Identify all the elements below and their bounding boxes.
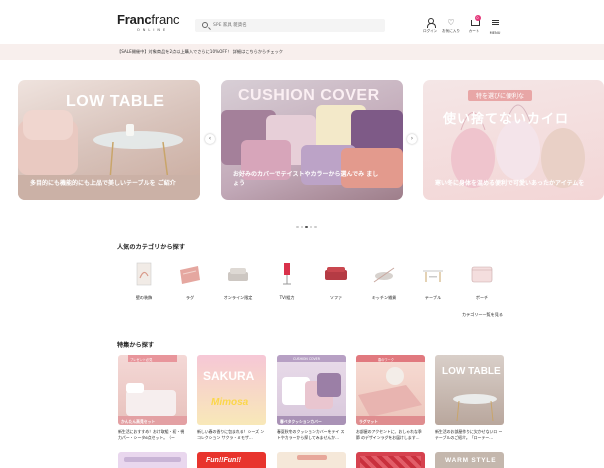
- sale-notice-bar[interactable]: 【SALE開催中】対象商品を2点以上購入でさらに10%OFF！ 詳細はこちらから…: [0, 44, 604, 60]
- carousel-slide-low-table[interactable]: LOW TABLE 多目的にも機能的にも上品で美しいテーブルを ご紹介: [18, 80, 200, 200]
- carousel-slide-cushion-cover[interactable]: CUSHION COVER お好みのカバーでテイストやカラーから選んでみ ましょ…: [221, 80, 403, 200]
- carousel-dot-3[interactable]: [305, 225, 308, 228]
- carousel-slide-hand-warmer[interactable]: 特を選びに便利な 使い捨てないカイロ 寒い冬に身体を温める便利で可愛いあったかア…: [423, 80, 604, 200]
- feature-row2-card-2[interactable]: Fun!!Fun!!: [197, 452, 266, 468]
- user-icon: [426, 18, 436, 28]
- category-sofa[interactable]: ソファ: [318, 262, 354, 301]
- slide-3-caption: 寒い冬に身体を温める便利で可愛いあったかアイテムを: [435, 180, 585, 187]
- tv-stand-icon: [275, 262, 299, 286]
- category-online-limited-label: オンライン限定: [223, 295, 253, 300]
- category-table[interactable]: テーブル: [415, 262, 451, 301]
- cart-count-badge: 0: [474, 15, 481, 21]
- slide-2-caption: お好みのカバーでテイストやカラーから選んでみ ましょう: [233, 171, 379, 187]
- nav-favorites[interactable]: ♡ お気に入り: [441, 18, 461, 38]
- online-limited-icon: [226, 262, 250, 286]
- nav-favorites-label: お気に入り: [442, 29, 460, 33]
- slide-1-title: LOW TABLE: [66, 93, 165, 110]
- category-kitchen[interactable]: キッチン雑貨: [366, 262, 402, 301]
- category-kitchen-label: キッチン雑貨: [371, 295, 397, 300]
- feature-row2-card-5-word: WARM STYLE: [445, 457, 497, 464]
- feature-row2-card-5[interactable]: WARM STYLE: [435, 452, 504, 468]
- category-pouch-label: ポーチ: [475, 295, 489, 300]
- feature-card-2-desc: 新しい春の香りに包まれる！シーズ ンコレクション サクラ・ミモザ…: [197, 429, 265, 440]
- feature-card-3-image: CUSHION COVER 春ぺタクッションカバー: [277, 355, 346, 425]
- carousel-prev-button[interactable]: ‹: [205, 134, 215, 144]
- sofa-icon: [324, 262, 348, 286]
- category-wall-art-label: 壁の装飾: [135, 295, 153, 300]
- carousel-dot-1[interactable]: [296, 225, 299, 228]
- category-rug[interactable]: ラグ: [172, 262, 208, 301]
- cart-icon: 0: [470, 15, 481, 27]
- feature-card-5[interactable]: LOW TABLE 新生活のお部屋作りに欠かせないロ ーテーブルのご紹介。「ロー…: [435, 355, 504, 441]
- category-sofa-label: ソファ: [329, 295, 343, 300]
- slide-1-caption: 多目的にも機能的にも上品で美しいテーブルを ご紹介: [30, 180, 176, 187]
- site-header: Francfranc ONLINE ログイン ♡ お気に入り 0 カート MEN…: [0, 0, 604, 44]
- feature-card-1-desc: 新生活におすすめ！おけ取組・初・視力パー・シータ6点セット。（ー: [118, 429, 185, 440]
- pouch-icon: [470, 262, 494, 286]
- nav-cart-label: カート: [468, 29, 480, 33]
- carousel-next-button[interactable]: ›: [407, 134, 417, 144]
- nav-login-label: ログイン: [423, 29, 438, 33]
- feature-card-4-image: 春のワーク ラグマット: [356, 355, 425, 425]
- search-input[interactable]: [213, 19, 373, 32]
- heart-icon: ♡: [447, 18, 455, 27]
- feature-card-4-desc: お部屋のアクセントに、おしゃれな季節 のデザインラグをお届けします…: [356, 429, 422, 440]
- category-table-label: テーブル: [424, 295, 442, 300]
- carousel-dot-5[interactable]: [314, 225, 317, 228]
- feature-card-1-image: プレゼント必見 かんたん高見セット: [118, 355, 187, 425]
- feature-card-5-desc: 新生活のお部屋作りに欠かせないロ ーテーブルのご紹介。「ローテー…: [435, 429, 503, 440]
- feature-card-2-word2: Mimosa: [211, 397, 249, 408]
- menu-icon: [491, 19, 500, 29]
- feature-card-2-image: SAKURA Mimosa: [197, 355, 266, 425]
- carousel-dot-2[interactable]: [300, 225, 303, 228]
- feature-card-2-word: SAKURA: [203, 369, 255, 383]
- feature-card-5-image: LOW TABLE: [435, 355, 504, 425]
- nav-login[interactable]: ログイン: [423, 18, 437, 38]
- feature-card-4-band: ラグマット: [356, 416, 425, 425]
- nav-menu[interactable]: MENU: [488, 18, 502, 38]
- kitchen-icon: [372, 262, 396, 286]
- feature-card-1[interactable]: プレゼント必見 かんたん高見セット 新生活におすすめ！おけ取組・初・視力パー・シ…: [118, 355, 187, 441]
- view-all-categories-link[interactable]: カテゴリー一覧を見る: [462, 312, 503, 318]
- category-online-limited[interactable]: オンライン限定: [220, 262, 256, 301]
- nav-cart[interactable]: 0 カート: [467, 15, 481, 38]
- feature-card-3-band: 春ぺタクッションカバー: [277, 416, 346, 425]
- search-icon: [202, 22, 208, 28]
- rug-icon: [178, 262, 202, 286]
- nav-menu-label: MENU: [489, 30, 501, 35]
- francfranc-logo[interactable]: Francfranc ONLINE: [117, 13, 181, 37]
- feature-row2-card-2-word: Fun!!Fun!!: [206, 457, 241, 464]
- logo-main-bold: Franc: [117, 12, 152, 27]
- feature-row2-card-3[interactable]: [277, 452, 346, 468]
- table-icon: [421, 262, 445, 286]
- category-tv-stand-label: TV/組力: [279, 295, 295, 300]
- logo-sub: ONLINE: [137, 28, 169, 32]
- carousel-dots: [296, 213, 319, 228]
- feature-card-2[interactable]: SAKURA Mimosa 新しい春の香りに包まれる！シーズ ンコレクション サ…: [197, 355, 266, 441]
- search-box[interactable]: [195, 19, 385, 32]
- feature-card-1-band: かんたん高見セット: [118, 416, 187, 425]
- feature-row2-card-1[interactable]: [118, 452, 187, 468]
- feature-card-4[interactable]: 春のワーク ラグマット お部屋のアクセントに、おしゃれな季節 のデザインラグをお…: [356, 355, 425, 441]
- wall-art-icon: [132, 262, 156, 286]
- feature-card-3[interactable]: CUSHION COVER 春ぺタクッションカバー 春夏秋冬のクッションカバーを…: [277, 355, 346, 441]
- category-pouch[interactable]: ポーチ: [464, 262, 500, 301]
- slide-2-title: CUSHION COVER: [238, 87, 380, 104]
- category-rug-label: ラグ: [185, 295, 195, 300]
- sale-notice-text: 【SALE開催中】対象商品を2点以上購入でさらに10%OFF！ 詳細はこちらから…: [117, 49, 283, 54]
- categories-title: 人気のカテゴリから探す: [117, 244, 186, 251]
- slide-3-tag: 特を選びに便利な: [468, 90, 533, 101]
- slide-3-title: 使い捨てないカイロ: [443, 112, 570, 127]
- feature-card-3-desc: 春夏秋冬のクッションカバーをテイ ストやカラーから探してみませんか…: [277, 429, 345, 440]
- logo-main-light: franc: [151, 12, 180, 27]
- category-tv-stand[interactable]: TV/組力: [269, 262, 305, 301]
- carousel-dot-4[interactable]: [309, 225, 312, 228]
- feature-row2-card-4[interactable]: [356, 452, 425, 468]
- category-wall-art[interactable]: 壁の装飾: [126, 262, 162, 301]
- features-title: 特集から探す: [117, 342, 155, 349]
